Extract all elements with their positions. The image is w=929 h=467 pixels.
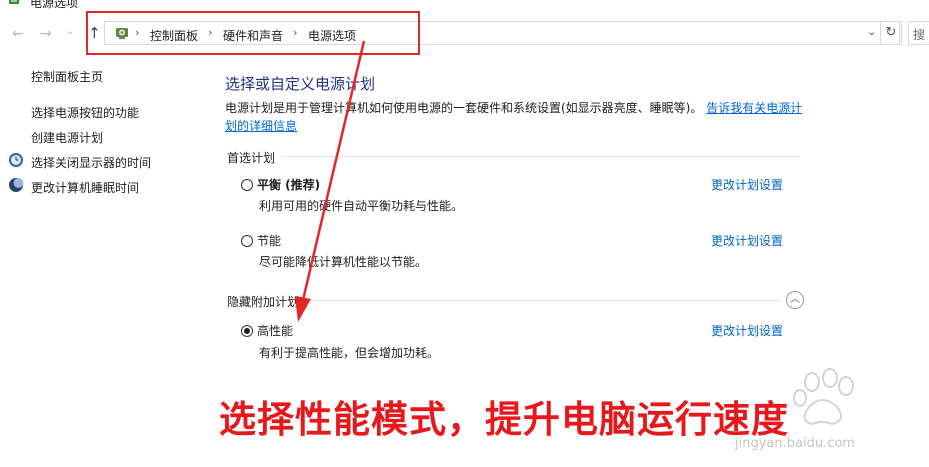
sidebar-item-display-off-time[interactable]: 选择关闭显示器的时间 xyxy=(31,154,151,171)
breadcrumb-hardware-sound[interactable]: 硬件和声音 xyxy=(223,27,283,44)
radio-balanced[interactable] xyxy=(241,179,253,191)
breadcrumb-power-options[interactable]: 电源选项 xyxy=(308,27,356,44)
search-placeholder: 搜 xyxy=(913,28,926,42)
up-arrow-icon[interactable]: ↑ xyxy=(88,24,101,42)
breadcrumb-separator-icon: › xyxy=(208,26,213,39)
plan-name-power-saver[interactable]: 节能 xyxy=(257,232,281,249)
breadcrumb-separator-icon: › xyxy=(135,26,140,39)
radio-high-performance[interactable] xyxy=(241,325,253,337)
change-plan-settings-link[interactable]: 更改计划设置 xyxy=(711,176,783,193)
radio-power-saver[interactable] xyxy=(241,235,253,247)
breadcrumb-control-panel[interactable]: 控制面板 xyxy=(150,27,198,44)
plan-desc-power-saver: 尽可能降低计算机性能以节能。 xyxy=(259,255,428,269)
chevron-up-icon: ︿ xyxy=(790,294,800,305)
control-panel-icon xyxy=(116,28,128,39)
plan-name-balanced[interactable]: 平衡 (推荐) xyxy=(257,176,320,193)
plan-desc-balanced: 利用可用的硬件自动平衡功耗与性能。 xyxy=(259,199,464,213)
watermark-text: jingyan.baidu.com xyxy=(735,436,855,451)
recent-locations-chevron-icon[interactable]: ⌄ xyxy=(66,26,74,37)
monitor-clock-icon xyxy=(9,153,23,167)
moon-icon xyxy=(9,178,24,192)
sidebar-item-power-button[interactable]: 选择电源按钮的功能 xyxy=(31,104,139,121)
sidebar-item-control-panel-home[interactable]: 控制面板主页 xyxy=(31,68,103,85)
change-plan-settings-link[interactable]: 更改计划设置 xyxy=(711,322,783,339)
window-title: 电源选项 xyxy=(30,0,79,10)
address-dropdown-icon[interactable]: ⌄ xyxy=(867,25,876,38)
title-bar: 电源选项 xyxy=(0,0,929,14)
page-description: 电源计划是用于管理计算机如何使用电源的一套硬件和系统设置(如显示器亮度、睡眠等)… xyxy=(225,99,805,135)
refresh-button[interactable]: ↻ xyxy=(880,21,902,45)
collapse-hidden-plans-button[interactable]: ︿ xyxy=(786,291,804,309)
refresh-icon: ↻ xyxy=(885,25,897,40)
page-title: 选择或自定义电源计划 xyxy=(225,75,376,93)
hidden-plans-label: 隐藏附加计划 xyxy=(227,295,300,309)
breadcrumb-separator-icon: › xyxy=(293,26,298,39)
annotation-caption: 选择性能模式，提升电脑运行速度 xyxy=(219,398,789,441)
sidebar-item-sleep-time[interactable]: 更改计算机睡眠时间 xyxy=(31,179,139,196)
description-text: 电源计划是用于管理计算机如何使用电源的一套硬件和系统设置(如显示器亮度、睡眠等)… xyxy=(225,101,703,115)
group-divider xyxy=(282,156,800,157)
back-arrow-icon[interactable]: ← xyxy=(12,26,24,42)
baidu-paw-watermark-icon xyxy=(793,368,854,426)
forward-arrow-icon[interactable]: → xyxy=(40,26,52,42)
group-divider xyxy=(303,300,781,301)
plan-name-high-performance[interactable]: 高性能 xyxy=(257,322,293,339)
power-options-icon xyxy=(9,0,19,4)
preferred-plans-label: 首选计划 xyxy=(227,151,276,165)
sidebar-item-create-plan[interactable]: 创建电源计划 xyxy=(31,129,103,146)
plan-desc-high-performance: 有利于提高性能，但会增加功耗。 xyxy=(259,346,440,360)
change-plan-settings-link[interactable]: 更改计划设置 xyxy=(711,232,783,249)
